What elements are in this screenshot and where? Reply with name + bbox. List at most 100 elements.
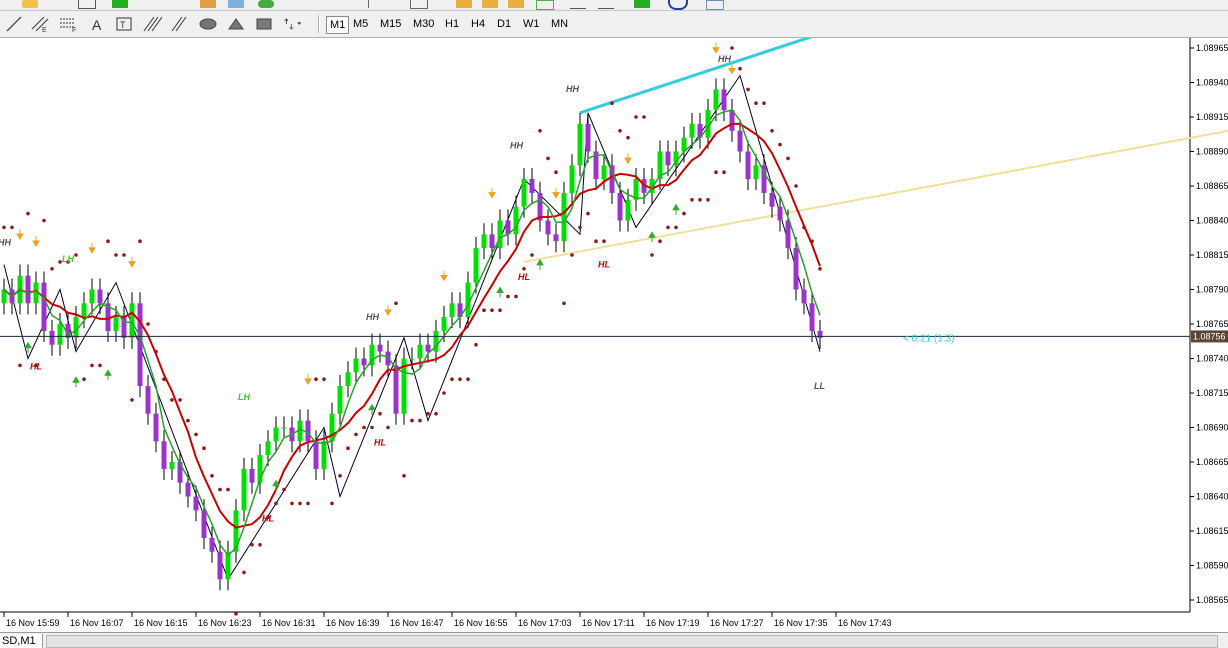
timeframe-w1[interactable]: W1: [520, 16, 543, 32]
y-tick-label: 1.08615: [1196, 526, 1228, 536]
sar-dot: [490, 308, 494, 313]
sar-dot: [170, 398, 174, 402]
timeframe-mn[interactable]: MN: [548, 16, 571, 32]
arrows-dropdown-icon[interactable]: [283, 15, 303, 33]
search-icon[interactable]: [78, 0, 96, 9]
candle-body: [689, 123, 695, 138]
sar-dot: [82, 377, 86, 382]
candle-body: [745, 151, 751, 180]
fibonacci-tool-icon[interactable]: F: [58, 15, 78, 33]
new-order-icon[interactable]: [634, 0, 650, 8]
sar-dot: [202, 446, 206, 451]
plus-icon[interactable]: [112, 0, 128, 8]
zoom-in-icon[interactable]: [368, 0, 385, 8]
timeframe-d1[interactable]: D1: [494, 16, 514, 32]
candle-body: [617, 192, 623, 221]
candle-body: [553, 234, 559, 242]
candle-body: [801, 289, 807, 304]
sar-dot: [402, 474, 406, 478]
candle-body: [737, 130, 743, 152]
candle-body: [153, 413, 159, 442]
candle-body: [377, 344, 383, 352]
sar-dot: [650, 253, 654, 257]
sar-dot: [538, 129, 542, 133]
timeframe-m5[interactable]: M5: [350, 16, 371, 32]
chart-window-icon[interactable]: [536, 0, 554, 10]
sar-dot: [122, 253, 126, 257]
label-tool-icon[interactable]: T: [115, 15, 135, 33]
gann-tool-icon[interactable]: [142, 15, 162, 33]
sar-dot: [146, 322, 150, 326]
price-chart[interactable]: 1.08965 1.08940 1.08915 1.08890 1.08865 1.088…: [0, 38, 1228, 632]
key-icon[interactable]: [456, 0, 472, 8]
candle-body: [777, 206, 783, 221]
candle-body: [521, 179, 527, 207]
autoscroll-icon[interactable]: [598, 0, 614, 9]
sar-dot: [754, 101, 758, 105]
history-icon[interactable]: [668, 0, 688, 10]
window-icon[interactable]: [228, 0, 244, 8]
y-tick-label: 1.08965: [1196, 43, 1228, 53]
triangle-tool-icon[interactable]: [226, 15, 246, 33]
candle-body: [185, 482, 191, 497]
candle-body: [417, 344, 423, 359]
main-toolbar: [0, 0, 1228, 11]
candle-body: [449, 303, 455, 318]
chart-tab[interactable]: SD,M1: [0, 634, 43, 648]
zoom-out-icon[interactable]: [410, 0, 428, 9]
sar-dot: [234, 612, 238, 616]
pencil-icon[interactable]: [200, 0, 216, 8]
line-tool-icon[interactable]: [4, 15, 24, 33]
sar-dot: [610, 101, 614, 105]
sar-dot: [258, 543, 262, 547]
swing-label: HL: [518, 272, 530, 282]
y-tick-label: 1.08690: [1196, 423, 1228, 433]
sar-dot: [546, 156, 550, 161]
text-tool-icon[interactable]: A: [88, 15, 108, 33]
x-tick-label: 16 Nov 17:19: [646, 618, 700, 628]
swing-label: HH: [0, 237, 11, 247]
candle-body: [161, 441, 167, 469]
timeframe-h4[interactable]: H4: [468, 16, 488, 32]
candle-body: [481, 234, 487, 249]
settings-icon[interactable]: [706, 0, 724, 10]
timeframe-m1[interactable]: M1: [326, 16, 350, 34]
sar-dot: [818, 267, 822, 271]
sar-dot: [666, 225, 670, 230]
key-icon-2[interactable]: [482, 0, 498, 8]
horizontal-scrollbar[interactable]: [46, 635, 1218, 648]
globe-icon[interactable]: [258, 0, 274, 8]
y-tick-label: 1.08640: [1196, 492, 1228, 502]
star-icon[interactable]: [22, 0, 38, 8]
sar-dot: [794, 184, 798, 188]
drawing-toolbar: E F A T M1 M5 M15 M30 H1 H4 D1 W1 MN: [0, 11, 1228, 38]
channel-tool-icon[interactable]: E: [30, 15, 50, 33]
y-tick-label: 1.08815: [1196, 250, 1228, 260]
svg-text:T: T: [120, 20, 126, 30]
timeframe-m30[interactable]: M30: [410, 16, 437, 32]
y-tick-label: 1.08665: [1196, 457, 1228, 467]
candle-body: [337, 386, 343, 414]
candle-body: [217, 551, 223, 580]
candle-body: [665, 151, 671, 166]
candle-body: [569, 165, 575, 193]
scroll-icon[interactable]: [570, 0, 586, 9]
swing-label: HH: [566, 84, 579, 94]
rectangle-tool-icon[interactable]: [254, 15, 274, 33]
pitchfork-tool-icon[interactable]: [170, 15, 190, 33]
candle-body: [321, 441, 327, 469]
sar-dot: [466, 377, 470, 382]
timeframe-h1[interactable]: H1: [442, 16, 462, 32]
sar-dot: [250, 543, 254, 547]
candle-body: [281, 427, 287, 429]
sar-dot: [498, 308, 502, 313]
candle-body: [209, 537, 215, 552]
y-tick-label: 1.08940: [1196, 78, 1228, 88]
candle-body: [497, 220, 503, 249]
x-tick-label: 16 Nov 16:55: [454, 618, 508, 628]
y-tick-label: 1.08865: [1196, 181, 1228, 191]
timeframe-m15[interactable]: M15: [377, 16, 404, 32]
hammer-icon[interactable]: [508, 0, 524, 8]
ellipse-tool-icon[interactable]: [198, 15, 218, 33]
sar-dot: [130, 398, 134, 402]
